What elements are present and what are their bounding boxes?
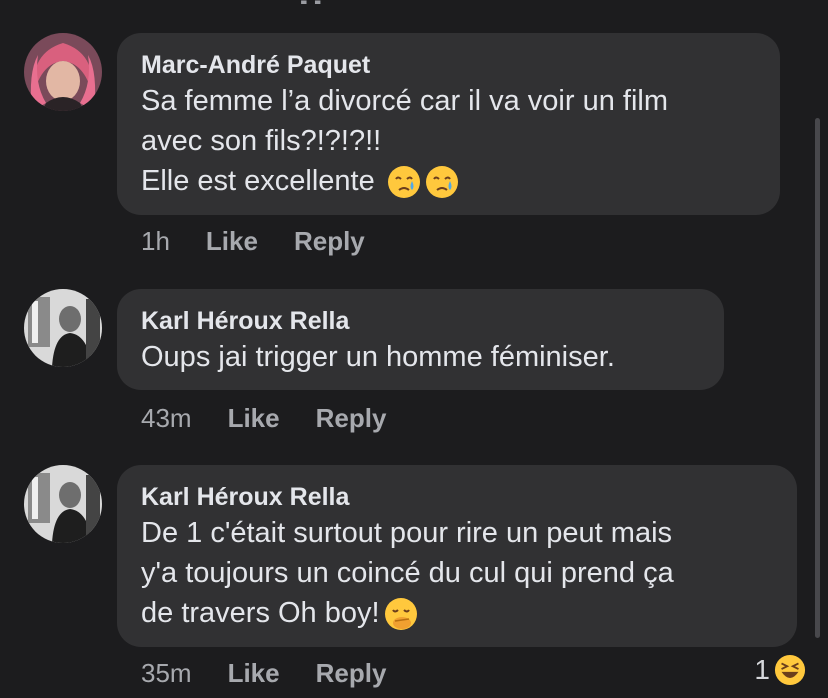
comment-text: Sa femme l’a divorcé car il va voir un f…	[141, 85, 668, 117]
comment-text: y'a toujours un coincé du cul qui prend …	[141, 557, 674, 589]
comment-text: Oups jai trigger un homme féminiser.	[141, 341, 615, 373]
comment-actions: 43m Like Reply	[141, 403, 422, 434]
reply-button[interactable]: Reply	[316, 658, 387, 689]
comment-author[interactable]: Karl Héroux Rella	[141, 481, 773, 513]
comment-text-with-emoji: Elle est excellente	[141, 161, 756, 201]
comment-text: de travers Oh boy!	[141, 597, 380, 629]
comment-text: avec son fils?!?!?!!	[141, 125, 382, 157]
comment-time: 43m	[141, 403, 192, 433]
previous-comment-fragment: ▪ ▪	[300, 0, 380, 4]
crying-face-icon	[387, 165, 421, 199]
comment-text-with-emoji: de travers Oh boy!	[141, 593, 773, 633]
hand-over-mouth-icon	[384, 597, 418, 631]
comment-actions: 35m Like Reply	[141, 658, 422, 689]
like-button[interactable]: Like	[228, 403, 280, 434]
comment-text: Elle est excellente	[141, 165, 375, 197]
reaction-summary[interactable]: 1	[754, 654, 806, 686]
avatar[interactable]	[24, 465, 102, 543]
reply-button[interactable]: Reply	[316, 403, 387, 434]
comment-time: 1h	[141, 226, 170, 256]
comment-time: 35m	[141, 658, 192, 688]
crying-face-icon	[425, 165, 459, 199]
reply-button[interactable]: Reply	[294, 226, 365, 257]
comment-bubble: Karl Héroux Rella Oups jai trigger un ho…	[117, 289, 724, 390]
laughing-face-icon	[774, 654, 806, 686]
like-button[interactable]: Like	[228, 658, 280, 689]
reaction-count: 1	[754, 654, 770, 685]
comment-author[interactable]: Marc-André Paquet	[141, 49, 756, 81]
comment-author[interactable]: Karl Héroux Rella	[141, 305, 700, 337]
avatar[interactable]	[24, 33, 102, 111]
like-button[interactable]: Like	[206, 226, 258, 257]
comment-bubble: Karl Héroux Rella De 1 c'était surtout p…	[117, 465, 797, 647]
comment-bubble: Marc-André Paquet Sa femme l’a divorcé c…	[117, 33, 780, 215]
scrollbar[interactable]	[815, 118, 820, 638]
avatar[interactable]	[24, 289, 102, 367]
comment-text: De 1 c'était surtout pour rire un peut m…	[141, 517, 673, 549]
comment-actions: 1h Like Reply	[141, 226, 401, 257]
